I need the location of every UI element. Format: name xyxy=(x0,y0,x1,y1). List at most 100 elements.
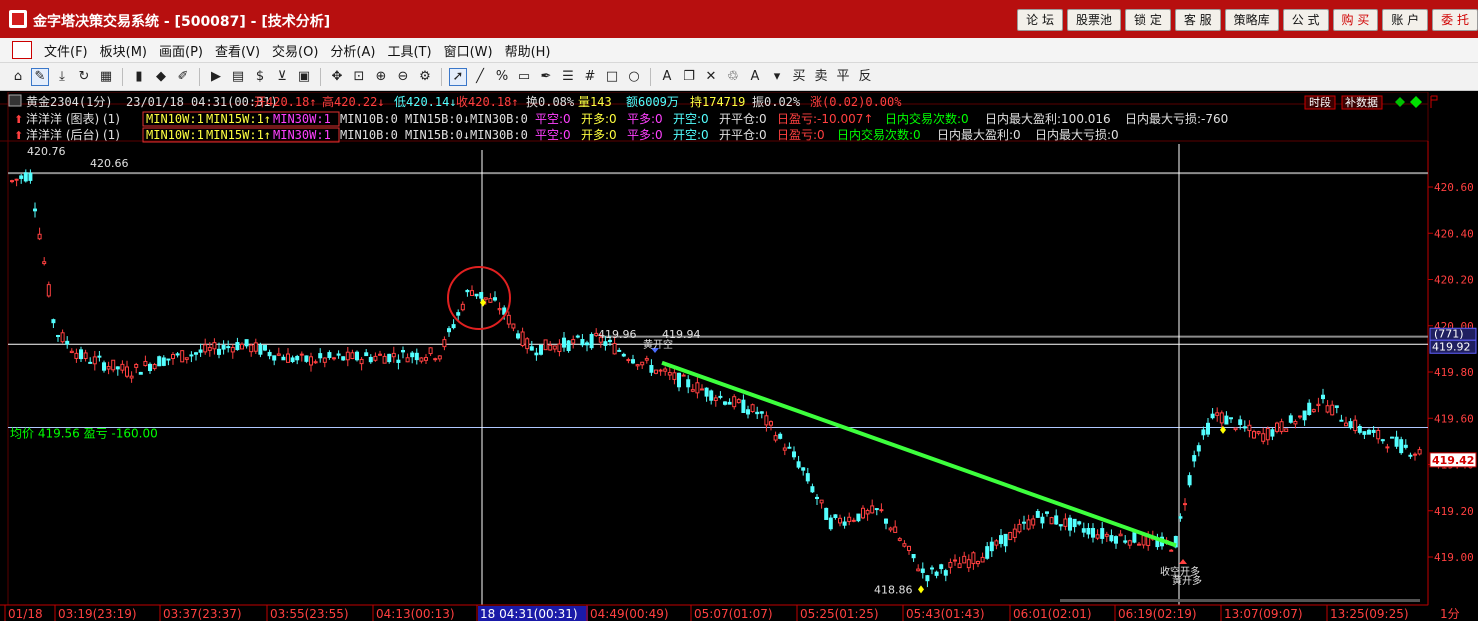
title-button-6[interactable]: 购 买 xyxy=(1332,9,1379,31)
trash-icon[interactable]: ♲ xyxy=(725,69,741,85)
menu-item-3[interactable]: 查看(V) xyxy=(209,41,266,60)
candle-body xyxy=(1123,540,1128,543)
trade-button-2[interactable]: 平 xyxy=(835,69,851,85)
layout-icon[interactable]: ▣ xyxy=(296,69,312,85)
candle-body xyxy=(364,352,369,357)
signal-label-open-short: 黄开空 xyxy=(643,338,673,351)
candle-body xyxy=(1068,517,1072,531)
menu-item-4[interactable]: 交易(O) xyxy=(266,41,324,60)
zoom-fit-icon[interactable]: ⊡ xyxy=(351,69,367,85)
candle-body xyxy=(1127,540,1132,546)
zoom-out-icon[interactable]: ⊖ xyxy=(395,69,411,85)
candle-body xyxy=(1183,503,1187,506)
title-button-3[interactable]: 客 服 xyxy=(1174,9,1221,31)
candle-body xyxy=(189,354,194,357)
price-chart[interactable]: 黄金2304(1分) 23/01/18 04:31(00:31)开420.18↑ 高… xyxy=(0,92,1478,621)
highlight-circle[interactable] xyxy=(447,266,511,330)
candle-body xyxy=(387,353,392,363)
strategy-flag-icon: ⬆ xyxy=(14,129,23,142)
filter-icon[interactable]: ⊻ xyxy=(274,69,290,85)
rect-icon[interactable]: □ xyxy=(604,69,620,85)
ruler-icon[interactable]: ▭ xyxy=(516,69,532,85)
title-button-0[interactable]: 论 坛 xyxy=(1017,9,1063,31)
trade-button-3[interactable]: 反 xyxy=(857,69,873,85)
quote-field-3: 高420.22↓ xyxy=(322,94,385,109)
candle-body xyxy=(240,343,244,350)
report-icon[interactable]: ▤ xyxy=(230,69,246,85)
buy-arrow-icon xyxy=(1179,559,1187,564)
candle-body xyxy=(198,349,203,353)
copy-icon[interactable]: ❐ xyxy=(681,69,697,85)
save-icon[interactable]: ▾ xyxy=(769,69,785,85)
fill-data-button[interactable]: 补数据 xyxy=(1345,95,1378,109)
title-button-7[interactable]: 账 户 xyxy=(1382,9,1429,31)
dollar-icon[interactable]: $ xyxy=(252,69,268,85)
candle-body xyxy=(677,372,681,388)
title-button-1[interactable]: 股票池 xyxy=(1067,9,1122,31)
candle-body xyxy=(373,355,378,361)
candle-body xyxy=(916,568,921,572)
home-icon[interactable]: ⌂ xyxy=(10,69,26,85)
gear-icon[interactable]: ⚙ xyxy=(417,69,433,85)
candle-body xyxy=(1072,518,1077,528)
trade-button-1[interactable]: 卖 xyxy=(813,69,829,85)
title-buttons: 论 坛股票池锁 定客 服策略库公 式购 买账 户委 托 xyxy=(1017,9,1478,31)
color-icon[interactable]: A xyxy=(747,69,763,85)
menu-item-2[interactable]: 画面(P) xyxy=(153,41,209,60)
move-icon[interactable]: ✥ xyxy=(329,69,345,85)
line-icon[interactable]: ╱ xyxy=(472,69,488,85)
candle-body xyxy=(1311,409,1316,413)
circle-icon[interactable]: ○ xyxy=(626,69,642,85)
window-title: 金字塔决策交易系统 - [500087] - [技术分析] xyxy=(33,14,331,30)
candle-body xyxy=(456,312,461,316)
scroll-indicator[interactable] xyxy=(1060,599,1420,602)
title-button-2[interactable]: 锁 定 xyxy=(1125,9,1171,31)
percent-icon[interactable]: % xyxy=(494,69,510,85)
diamond-icon[interactable]: ◆ xyxy=(153,69,169,85)
label-high-2: 420.66 xyxy=(90,157,129,170)
pen-icon[interactable]: ✒ xyxy=(538,69,554,85)
period-button[interactable]: 时段 xyxy=(1309,95,1331,109)
draw-tool-icon[interactable]: ✎ xyxy=(31,67,49,86)
title-button-4[interactable]: 策略库 xyxy=(1224,9,1279,31)
grid-icon[interactable]: ▦ xyxy=(98,69,114,85)
candle-body xyxy=(971,552,976,565)
candle-body xyxy=(1265,428,1270,441)
menu-item-0[interactable]: 文件(F) xyxy=(38,41,94,60)
play-icon[interactable]: ▶ xyxy=(208,69,224,85)
download-icon[interactable]: ⤓ xyxy=(54,69,70,85)
time-tick-label: 03:55(23:55) xyxy=(270,607,349,621)
hlines-icon[interactable]: ☰ xyxy=(560,69,576,85)
text-icon[interactable]: A xyxy=(659,69,675,85)
label-mid: 419.96 xyxy=(598,328,637,341)
candle-body xyxy=(332,357,336,360)
title-button-8[interactable]: 委 托 xyxy=(1432,9,1478,31)
candle-body xyxy=(1077,521,1082,525)
pointer-icon[interactable]: ➚ xyxy=(449,67,467,86)
menu-item-1[interactable]: 板块(M) xyxy=(94,41,153,60)
menu-item-7[interactable]: 窗口(W) xyxy=(438,41,499,60)
refresh-icon[interactable]: ↻ xyxy=(76,69,92,85)
trade-button-0[interactable]: 买 xyxy=(791,69,807,85)
candle-body xyxy=(847,516,852,522)
zoom-in-icon[interactable]: ⊕ xyxy=(373,69,389,85)
menu-item-6[interactable]: 工具(T) xyxy=(381,41,437,60)
symbol-icon xyxy=(8,94,22,107)
candle-body xyxy=(1362,431,1367,435)
delete-icon[interactable]: ✕ xyxy=(703,69,719,85)
candle-body xyxy=(1330,404,1335,416)
candle-body xyxy=(1017,523,1022,533)
edit-icon[interactable]: ✐ xyxy=(175,69,191,85)
candle-body xyxy=(1003,533,1008,547)
candlestick-icon[interactable]: ▮ xyxy=(131,69,147,85)
hash-icon[interactable]: # xyxy=(582,69,598,85)
menu-item-5[interactable]: 分析(A) xyxy=(324,41,381,60)
candle-body xyxy=(1275,422,1279,432)
candle-body xyxy=(686,379,691,388)
trend-line[interactable] xyxy=(661,360,1177,548)
candle-body xyxy=(263,345,267,351)
title-button-5[interactable]: 公 式 xyxy=(1282,9,1329,31)
menu-item-8[interactable]: 帮助(H) xyxy=(499,41,557,60)
candle-body xyxy=(1095,534,1100,539)
app-menu-icon[interactable] xyxy=(12,41,32,59)
